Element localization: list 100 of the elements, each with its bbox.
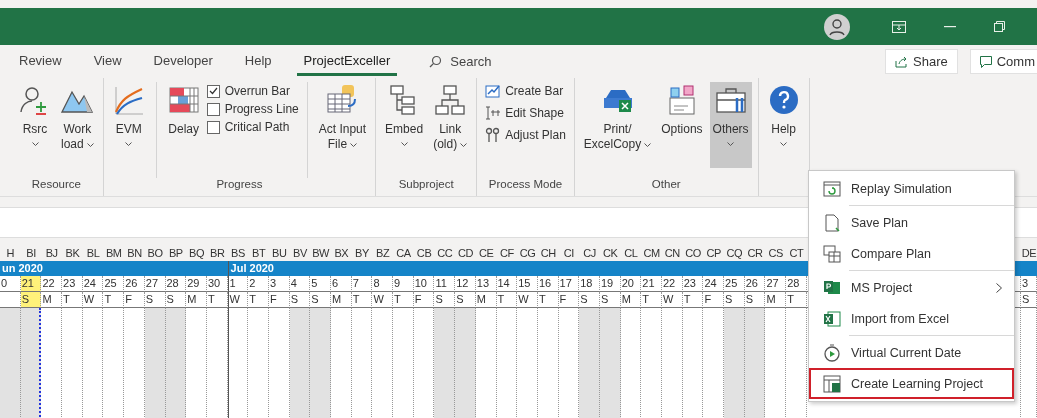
column-letter[interactable]: BU xyxy=(268,246,290,261)
column-letter[interactable]: CB xyxy=(413,246,435,261)
ribbon-button[interactable]: Others xyxy=(709,82,752,168)
chevron-right-icon xyxy=(996,282,1002,293)
column-letter[interactable]: CO xyxy=(682,246,704,261)
column-letter[interactable]: BK xyxy=(62,246,83,261)
column-letter[interactable]: CE xyxy=(475,246,497,261)
column-letter[interactable]: BR xyxy=(206,246,228,261)
ribbon-button[interactable]: Link (old) xyxy=(430,82,471,168)
column-letter[interactable]: BY xyxy=(351,246,373,261)
column-letter[interactable]: CF xyxy=(496,246,518,261)
ribbon-button[interactable]: Work load xyxy=(58,82,97,168)
menu-item[interactable]: Save Plan xyxy=(809,207,1014,238)
column-letter[interactable]: CN xyxy=(662,246,683,261)
header-button[interactable]: Comm xyxy=(969,49,1037,74)
weekday-cell: W xyxy=(227,292,249,308)
ribbon-tab[interactable]: Help xyxy=(237,47,279,76)
column-letter[interactable]: BN xyxy=(124,246,145,261)
column-letter[interactable]: CK xyxy=(599,246,621,261)
column-letter[interactable]: BI xyxy=(20,246,42,261)
ribbon-button[interactable]: Rsrc xyxy=(16,82,54,168)
weekday-cell: F xyxy=(124,292,145,308)
ribbon-button[interactable]: Options xyxy=(658,82,706,168)
column-letter[interactable]: CH xyxy=(537,246,559,261)
weekday-cell: M xyxy=(475,292,497,308)
ribbon-display-icon[interactable] xyxy=(892,20,906,33)
column-letter[interactable]: CM xyxy=(641,246,662,261)
ribbon-tab[interactable]: Developer xyxy=(146,47,220,76)
column-letter[interactable]: BJ xyxy=(41,246,63,261)
ribbon-button[interactable]: Create Bar xyxy=(483,82,568,100)
checkbox-option[interactable]: Progress Line xyxy=(206,102,299,116)
column-letter[interactable]: CI xyxy=(558,246,580,261)
ribbon-tab[interactable]: ProjectExceller xyxy=(296,47,398,76)
replay-icon xyxy=(823,179,841,198)
ribbon-button[interactable]: EVM xyxy=(109,82,148,168)
weekday-cell: T xyxy=(62,292,83,308)
checkbox[interactable] xyxy=(206,84,220,98)
column-letter[interactable]: H xyxy=(0,246,21,261)
ribbon-button[interactable]: Edit Shape xyxy=(483,104,568,122)
ribbon-button[interactable]: Print/ ExcelCopy xyxy=(580,82,655,168)
menu-item[interactable]: Import from Excel xyxy=(809,303,1014,334)
column-letter[interactable]: BW xyxy=(310,246,331,261)
header-button[interactable]: Share xyxy=(885,49,958,74)
column-letter[interactable]: BM xyxy=(103,246,125,261)
column-letter[interactable]: BT xyxy=(248,246,269,261)
column-letter[interactable]: BV xyxy=(289,246,311,261)
ribbon-button[interactable]: Adjust Plan xyxy=(483,126,568,144)
weekday-cell: W xyxy=(662,292,683,308)
menu-item[interactable]: MS Project xyxy=(809,272,1014,303)
ribbon-button[interactable]: Embed xyxy=(382,82,427,168)
column-letter[interactable]: CL xyxy=(620,246,642,261)
ribbon-tab[interactable]: Review xyxy=(12,47,69,76)
table-icon xyxy=(326,84,359,116)
weekday-cell: F xyxy=(558,292,580,308)
checkbox[interactable] xyxy=(206,102,220,116)
ribbon-button[interactable]: Act Input File xyxy=(315,82,370,168)
ribbon-button[interactable]: Help xyxy=(764,82,803,168)
column-letter[interactable]: CJ xyxy=(579,246,600,261)
column-letter[interactable]: CP xyxy=(703,246,725,261)
column-letter[interactable]: CG xyxy=(517,246,538,261)
excel-import-icon xyxy=(823,309,841,328)
search-input[interactable]: Search xyxy=(448,53,523,70)
button-label: Link xyxy=(439,122,462,137)
button-label: (old) xyxy=(433,137,468,152)
account-avatar-icon[interactable] xyxy=(824,13,850,40)
ribbon-button[interactable]: Delay xyxy=(164,82,203,168)
weekday-cell: T xyxy=(682,292,704,308)
checkbox-option[interactable]: Overrun Bar xyxy=(206,84,299,98)
checkbox[interactable] xyxy=(206,120,220,134)
weekday-cell: T xyxy=(786,292,807,308)
weekday-cell: T xyxy=(351,292,373,308)
weekday-cell: M xyxy=(620,292,642,308)
restore-icon[interactable] xyxy=(994,21,1005,32)
minimize-icon[interactable] xyxy=(944,25,956,28)
menu-item[interactable]: Create Learning Project xyxy=(809,368,1014,399)
column-letter[interactable]: CR xyxy=(744,246,766,261)
column-letter[interactable]: BL xyxy=(82,246,104,261)
column-letter[interactable]: CS xyxy=(765,246,787,261)
column-letter[interactable]: BQ xyxy=(186,246,207,261)
checkbox-option[interactable]: Critical Path xyxy=(206,120,299,134)
button-label: Delay xyxy=(168,122,200,137)
menu-item[interactable]: Replay Simulation xyxy=(809,173,1014,204)
menu-item[interactable]: Virtual Current Date xyxy=(809,337,1014,368)
column-letter[interactable]: CC xyxy=(434,246,456,261)
column-letter[interactable]: BZ xyxy=(372,246,394,261)
comment-icon xyxy=(979,55,992,68)
column-letter[interactable]: BO xyxy=(144,246,166,261)
ribbon-tab[interactable]: View xyxy=(86,47,129,76)
column-letter[interactable]: CQ xyxy=(724,246,745,261)
column-letter[interactable]: CD xyxy=(455,246,476,261)
column-letter[interactable]: CT xyxy=(786,246,807,261)
column-letter[interactable]: BP xyxy=(165,246,187,261)
button-label: Work xyxy=(63,122,92,137)
column-letter[interactable]: BS xyxy=(227,246,249,261)
column-letter[interactable]: BX xyxy=(331,246,352,261)
column-letter[interactable]: DE xyxy=(1021,246,1037,261)
weekday-cell: M xyxy=(186,292,207,308)
search-field[interactable]: Search xyxy=(425,50,527,73)
column-letter[interactable]: CA xyxy=(393,246,414,261)
menu-item[interactable]: Compare Plan xyxy=(809,238,1014,269)
